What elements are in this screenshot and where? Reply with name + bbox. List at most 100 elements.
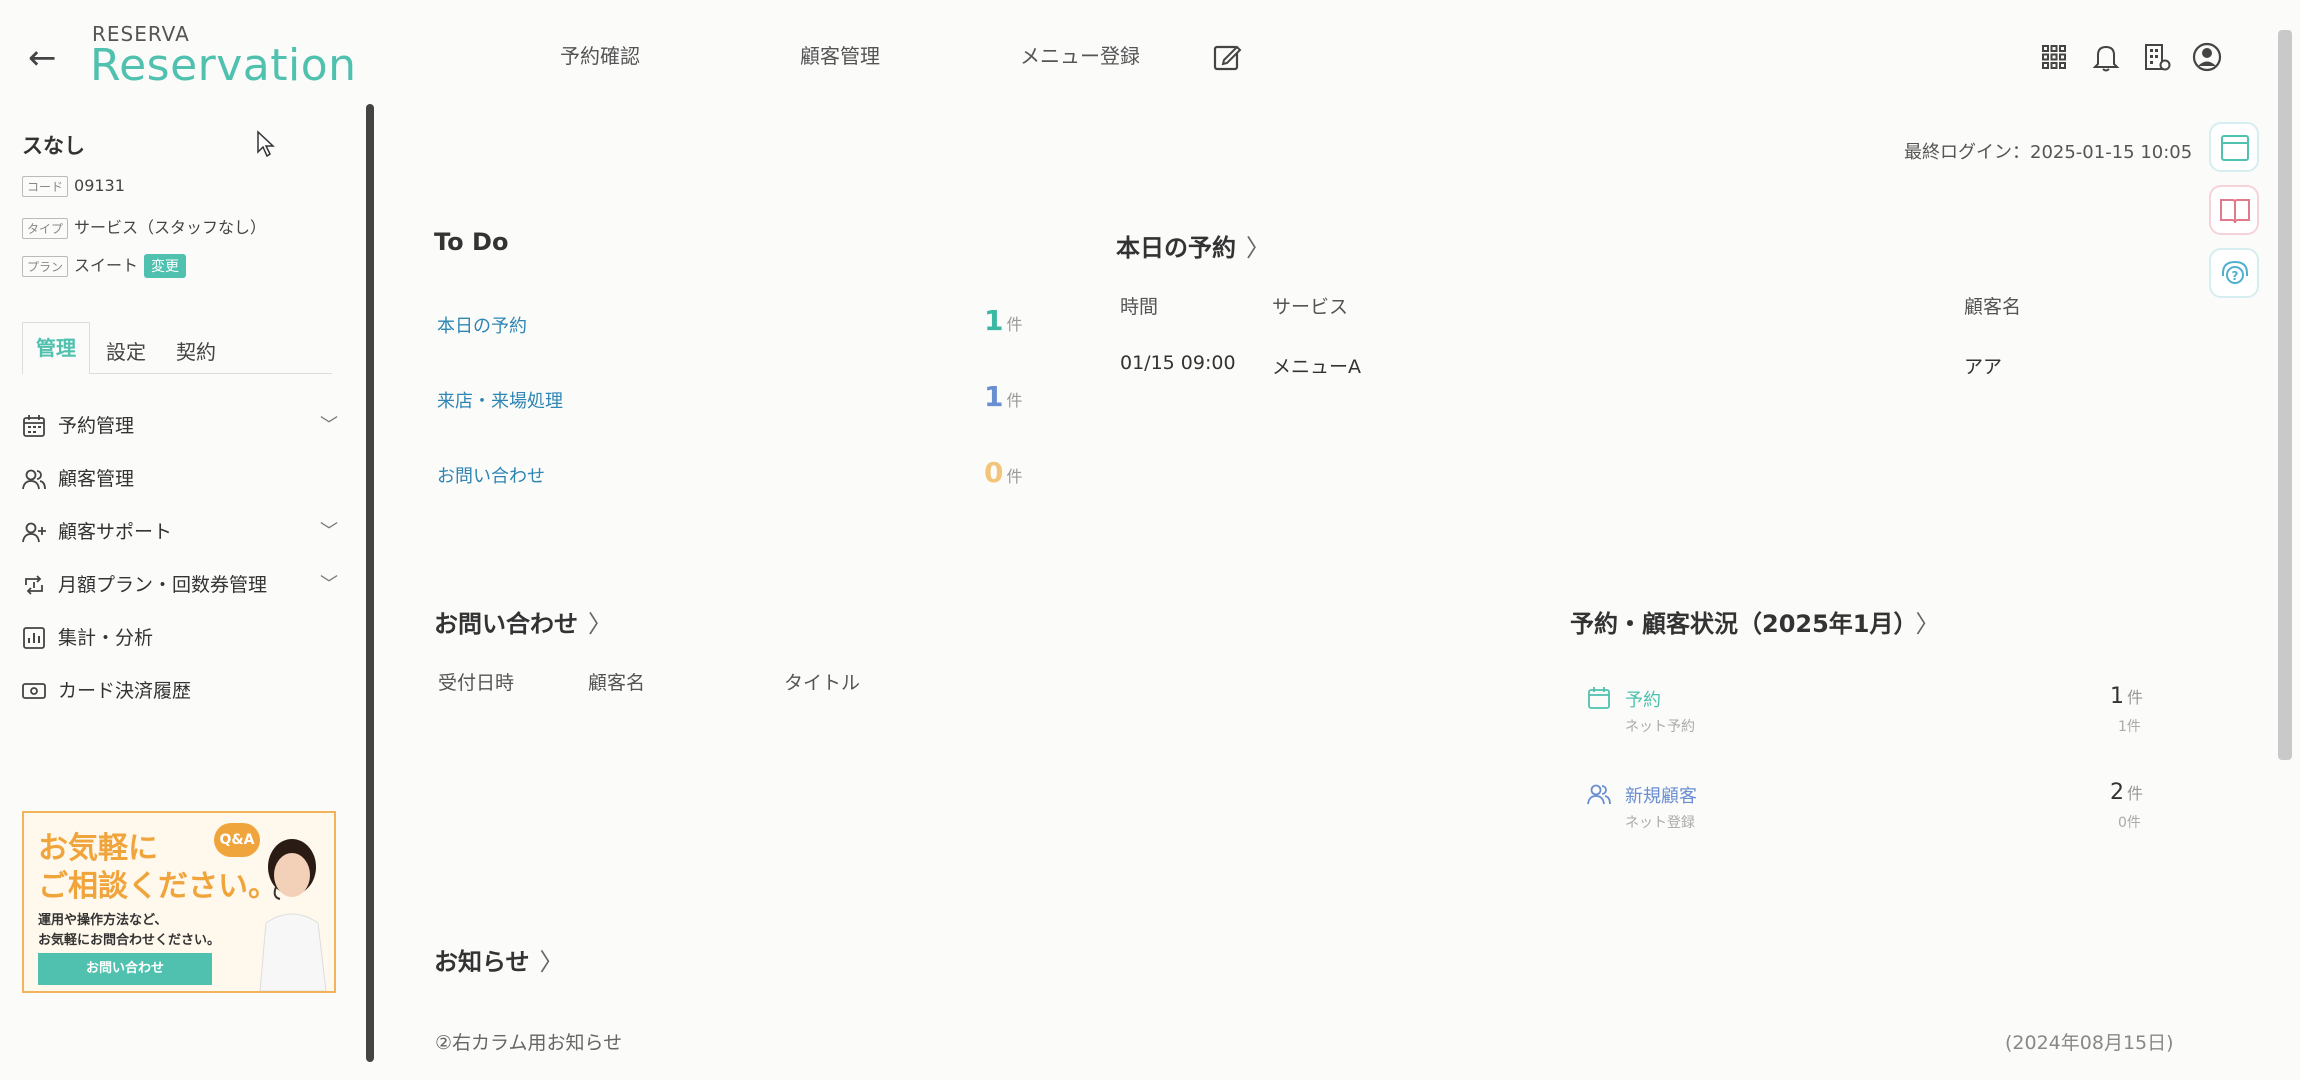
sidebar: スなし コード 09131 タイプ サービス（スタッフなし） プラン スイート 変更 管… [0,104,360,1080]
main-content: 最終ログイン：2025-01-15 10:05 To Do 本日の予約 1件 来… [380,104,2270,1080]
store-name: スなし [22,134,85,158]
brand-logo[interactable]: Reservation [90,40,357,91]
back-arrow-icon[interactable]: ← [28,40,64,76]
banner-desc1: 運用や操作方法など、 [38,913,168,928]
chevron-right-icon: 〉 [1246,234,1270,262]
change-plan-button[interactable]: 変更 [144,254,187,278]
todo-today-reservations-link[interactable]: 本日の予約 [437,312,527,338]
sidebar-tabs: 管理 設定 契約 [22,322,332,374]
tab-settings[interactable]: 設定 [106,336,146,365]
browser-window-button[interactable] [2209,122,2259,172]
edit-icon[interactable] [1212,42,1242,72]
store-code: 09131 [74,176,125,195]
sidebar-scrollbar[interactable] [366,104,374,1062]
banner-desc2: お気軽にお問合わせください。 [38,933,221,948]
chevron-right-icon: 〉 [1915,610,1940,638]
todo-inquiry-link[interactable]: お問い合わせ [437,462,545,488]
reservation-customer: アア [1964,356,2003,378]
store-plan: スイート [74,256,139,275]
news-date: (2024年08月15日) [2005,1032,2174,1054]
tab-contract[interactable]: 契約 [176,336,216,365]
sidebar-item-label: 月額プラン・回数券管理 [58,574,268,596]
chevron-right-icon: 〉 [588,610,612,638]
plan-tag: プラン [22,256,69,277]
todo-today-count: 1件 [984,304,1023,337]
status-reservation-sub: ネット予約 [1625,719,1695,735]
help-button[interactable]: ? [2209,248,2259,298]
repeat-icon [25,575,43,595]
status-new-customer-sub: ネット登録 [1625,815,1695,831]
store-type-line: タイプ サービス（スタッフなし） [22,214,266,239]
manual-button[interactable] [2209,185,2259,235]
inquiry-title[interactable]: お問い合わせ〉 [434,604,612,639]
store-type: サービス（スタッフなし） [74,218,267,237]
qa-banner[interactable]: お気軽に ご相談ください。 Q&A 運用や操作方法など、 お気軽にお問合わせくだ… [22,811,336,993]
chevron-down-icon[interactable]: ﹀ [320,406,338,446]
banner-line2: ご相談ください。 [38,869,278,904]
sidebar-item-label: 集計・分析 [58,627,154,649]
nav-menu-registration[interactable]: メニュー登録 [1020,40,1140,69]
building-settings-icon[interactable] [2140,40,2174,74]
card-icon [22,683,46,699]
inquiry-col-received: 受付日時 [438,672,515,694]
store-plan-line: プラン スイート 変更 [22,252,187,278]
sidebar-item-subscription-management[interactable]: 月額プラン・回数券管理 ﹀ [22,565,338,605]
mouse-cursor-icon [257,130,275,158]
sidebar-item-customer-management[interactable]: 顧客管理 [22,459,338,499]
user-plus-icon [22,522,46,543]
news-title[interactable]: お知らせ〉 [434,942,564,977]
users-icon [22,469,46,490]
today-reservations-title[interactable]: 本日の予約〉 [1116,228,1270,263]
todo-title: To Do [434,228,509,256]
chevron-down-icon[interactable]: ﹀ [320,512,338,552]
sidebar-item-analytics[interactable]: 集計・分析 [22,618,338,658]
chart-icon [23,627,45,649]
sidebar-item-label: 予約管理 [58,415,135,437]
todo-visit-processing-link[interactable]: 来店・来場処理 [437,387,563,413]
inquiry-col-customer: 顧客名 [588,672,646,694]
status-new-customer-sub-count: 0件 [2118,815,2141,831]
tab-management[interactable]: 管理 [22,322,90,374]
headset-help-icon: ? [2222,260,2248,284]
sidebar-item-label: カード決済履歴 [58,680,192,702]
calendar-icon [23,415,45,437]
sidebar-item-reservation-management[interactable]: 予約管理 ﹀ [22,406,338,446]
users-icon [1587,784,1611,805]
apps-grid-icon[interactable] [2037,40,2071,74]
inquiry-col-title: タイトル [784,672,861,694]
last-login: 最終ログイン：2025-01-15 10:05 [1904,142,2193,163]
chevron-down-icon[interactable]: ﹀ [320,565,338,605]
svg-text:?: ? [2232,269,2239,283]
status-reservation-link[interactable]: 予約 [1625,686,1661,712]
todo-inquiry-count: 0件 [984,456,1023,489]
calendar-icon [1588,687,1610,709]
header: ← RESERVA Reservation 予約確認 顧客管理 メニュー登録 [0,0,2300,110]
status-reservation-count: 1件 [2110,684,2144,709]
book-icon [2220,199,2250,224]
today-col-service: サービス [1272,296,1349,318]
sidebar-item-customer-support[interactable]: 顧客サポート ﹀ [22,512,338,552]
sidebar-item-label: 顧客管理 [58,468,135,490]
status-title[interactable]: 予約・顧客状況（2025年1月）〉 [1570,604,1940,639]
today-col-customer: 顧客名 [1964,296,2022,318]
nav-customer-management[interactable]: 顧客管理 [800,40,880,69]
reservation-service: メニューA [1272,356,1361,378]
support-operator-image [259,839,327,991]
sidebar-item-label: 顧客サポート [58,521,173,543]
account-avatar-icon[interactable] [2190,40,2224,74]
bell-icon[interactable] [2089,40,2123,74]
store-code-line: コード 09131 [22,176,125,197]
code-tag: コード [22,176,69,197]
page-scrollbar[interactable] [2278,30,2292,760]
chevron-right-icon: 〉 [539,948,564,976]
type-tag: タイプ [22,218,69,239]
banner-contact-button[interactable]: お問い合わせ [38,953,212,985]
sidebar-item-card-history[interactable]: カード決済履歴 [22,671,338,711]
nav-reservation-check[interactable]: 予約確認 [560,40,640,69]
status-new-customer-link[interactable]: 新規顧客 [1625,782,1697,808]
status-new-customer-count: 2件 [2110,780,2144,805]
status-reservation-sub-count: 1件 [2118,719,2141,735]
window-icon [2221,135,2249,161]
reservation-time: 01/15 09:00 [1120,352,1236,374]
news-item[interactable]: ②右カラム用お知らせ [435,1028,622,1055]
